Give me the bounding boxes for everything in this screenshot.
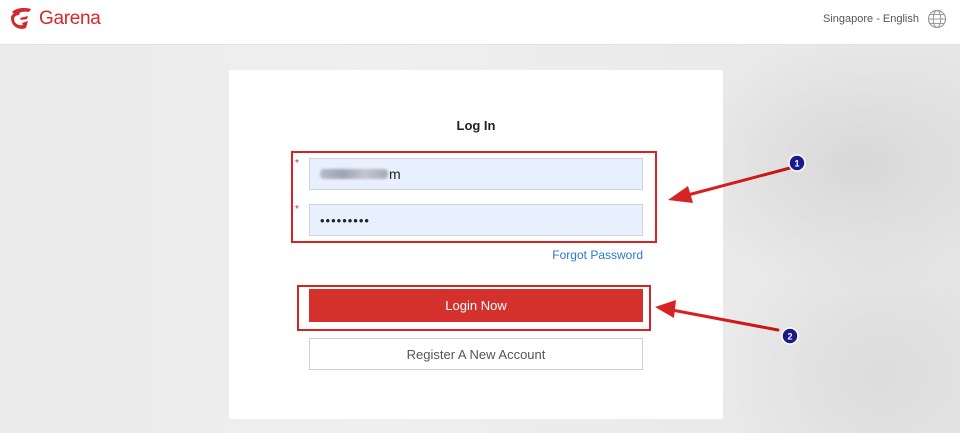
login-card: Log In * m * ••••••••• Forgot Password L… bbox=[229, 70, 723, 419]
region-label: Singapore - English bbox=[822, 13, 919, 25]
garena-logo[interactable]: Garena bbox=[8, 6, 101, 32]
globe-icon[interactable] bbox=[927, 9, 947, 29]
login-title: Log In bbox=[456, 118, 496, 133]
forgot-password-link[interactable]: Forgot Password bbox=[552, 248, 643, 262]
top-bar: Garena Singapore - English bbox=[0, 0, 960, 45]
register-account-button[interactable]: Register A New Account bbox=[309, 338, 643, 370]
annotation-box-login-button bbox=[297, 285, 651, 331]
garena-logo-icon bbox=[8, 6, 36, 32]
region-language-selector[interactable]: Singapore - English bbox=[823, 9, 947, 29]
annotation-box-credentials bbox=[291, 151, 657, 243]
brand-name: Garena bbox=[39, 8, 101, 29]
